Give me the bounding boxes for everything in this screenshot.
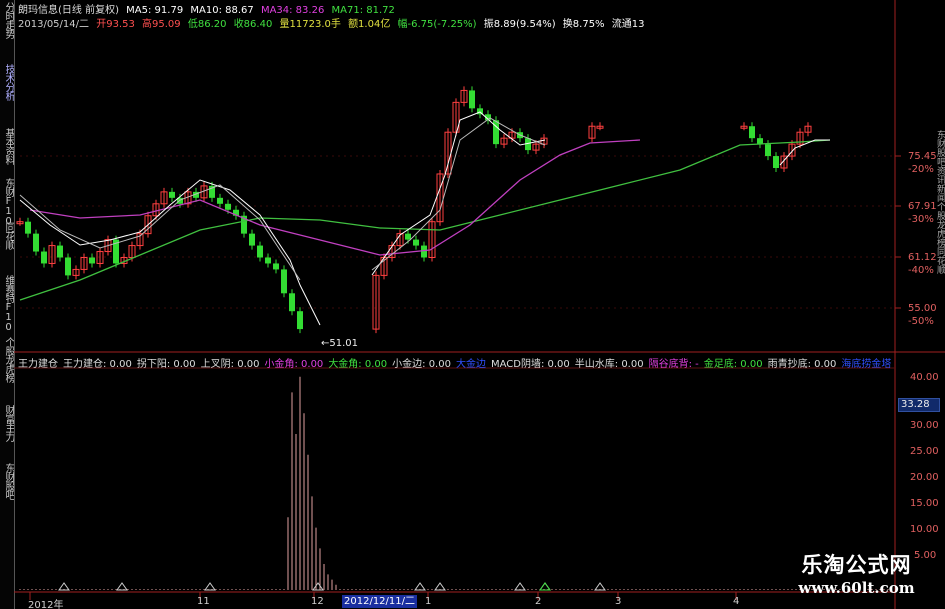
indicator-item: 半山水库: 0.00 <box>574 359 644 370</box>
x-label: 1 <box>425 596 432 607</box>
x-label: 4 <box>733 596 740 607</box>
signal-marker <box>204 582 216 591</box>
candle-body <box>297 311 303 330</box>
volume-bars <box>19 376 889 590</box>
candle-body <box>749 126 755 139</box>
ma-lines <box>19 111 831 326</box>
signal-marker <box>594 582 606 591</box>
right-side-labels[interactable]: 东财股吧资讯新闻个股龙虎榜同花顺 <box>934 130 945 609</box>
candle-body <box>41 251 47 264</box>
candle-body <box>225 203 231 210</box>
candle-body <box>217 197 223 204</box>
cursor-date: 2012/12/11/二 <box>342 595 418 608</box>
candle-body <box>89 257 95 264</box>
candle-body <box>273 263 279 270</box>
indicator-item: 小金角: 0.00 <box>264 359 324 370</box>
indicator-item: 隔谷底背: - <box>648 359 699 370</box>
candle-body <box>57 245 63 258</box>
pct-tick: -40% <box>908 265 934 276</box>
indicator-item: 王力建仓: 0.00 <box>63 359 132 370</box>
pct-tick: -30% <box>908 214 934 225</box>
low-price-annotation: ←51.01 <box>321 338 359 349</box>
candle-body <box>469 90 475 109</box>
indicator-bar: 王力建仓 王力建仓: 0.00 拐下阳: 0.00 上叉阴: 0.00 小金角: 0.0… <box>18 355 896 370</box>
indicator-item: 金足底: 0.00 <box>703 359 763 370</box>
candle-body <box>405 233 411 240</box>
indicator-item: 大金角: 0.00 <box>328 359 388 370</box>
indicator-item: 拐下阳: 0.00 <box>136 359 196 370</box>
candle-body <box>257 245 263 258</box>
candle-body <box>765 144 771 157</box>
pct-tick: -20% <box>908 164 934 175</box>
candle-body <box>773 156 779 168</box>
price-tick: 55.00 <box>908 303 937 314</box>
ma10-line <box>371 117 546 271</box>
signal-marker <box>414 582 426 591</box>
indicator-item: 上叉阴: 0.00 <box>200 359 260 370</box>
price-chart[interactable] <box>0 0 945 609</box>
price-tick: 67.91 <box>908 201 937 212</box>
x-label: 2012年 <box>28 600 64 609</box>
signal-marker <box>539 582 551 591</box>
candle-body <box>281 269 287 294</box>
x-label: 11 <box>197 596 210 607</box>
signal-marker <box>58 582 70 591</box>
indicator-item: 海底捞金塔 <box>841 359 892 370</box>
indicator-item: 大金边 <box>455 359 486 370</box>
ma71-line <box>19 139 831 301</box>
indicator-item: 雨青抄底: 0.00 <box>767 359 837 370</box>
candle-body <box>265 257 271 264</box>
indicator-item: 王力建仓 <box>18 359 58 370</box>
candle-body <box>757 138 763 145</box>
candle-body <box>169 191 175 198</box>
candle-body <box>25 221 31 234</box>
indicator-item: MACD阴墙: 0.00 <box>490 359 570 370</box>
candle-body <box>421 245 427 258</box>
signal-marker <box>434 582 446 591</box>
signal-marker <box>514 582 526 591</box>
ma34-line <box>29 139 641 256</box>
pct-tick: -50% <box>908 316 934 327</box>
signal-marker <box>539 582 551 591</box>
grid <box>14 0 945 609</box>
stock-chart-window: 分时走势 技术分析 基本资料 东财F10 同花顺F10 维赛特F10 个股龙虎榜… <box>0 0 945 609</box>
candle-body <box>249 233 255 246</box>
candles <box>16 86 812 334</box>
watermark-url: www.60lt.com <box>798 579 915 597</box>
watermark-title: 乐淘公式网 <box>801 553 912 577</box>
x-label: 2 <box>535 596 542 607</box>
watermark-logo: 乐淘公式网 www.60lt.com <box>768 552 945 609</box>
signal-marker <box>116 582 128 591</box>
x-label: 12 <box>311 596 324 607</box>
indicator-item: 小金边: 0.00 <box>392 359 451 370</box>
candle-body <box>65 257 71 276</box>
x-label: 3 <box>615 596 622 607</box>
price-tick: 61.12 <box>908 252 937 263</box>
signal-marker <box>312 582 324 591</box>
candle-body <box>413 239 419 246</box>
candle-body <box>289 293 295 312</box>
price-tick: 75.45 <box>908 151 937 162</box>
candle-body <box>33 233 39 252</box>
ma5-line <box>19 179 321 326</box>
